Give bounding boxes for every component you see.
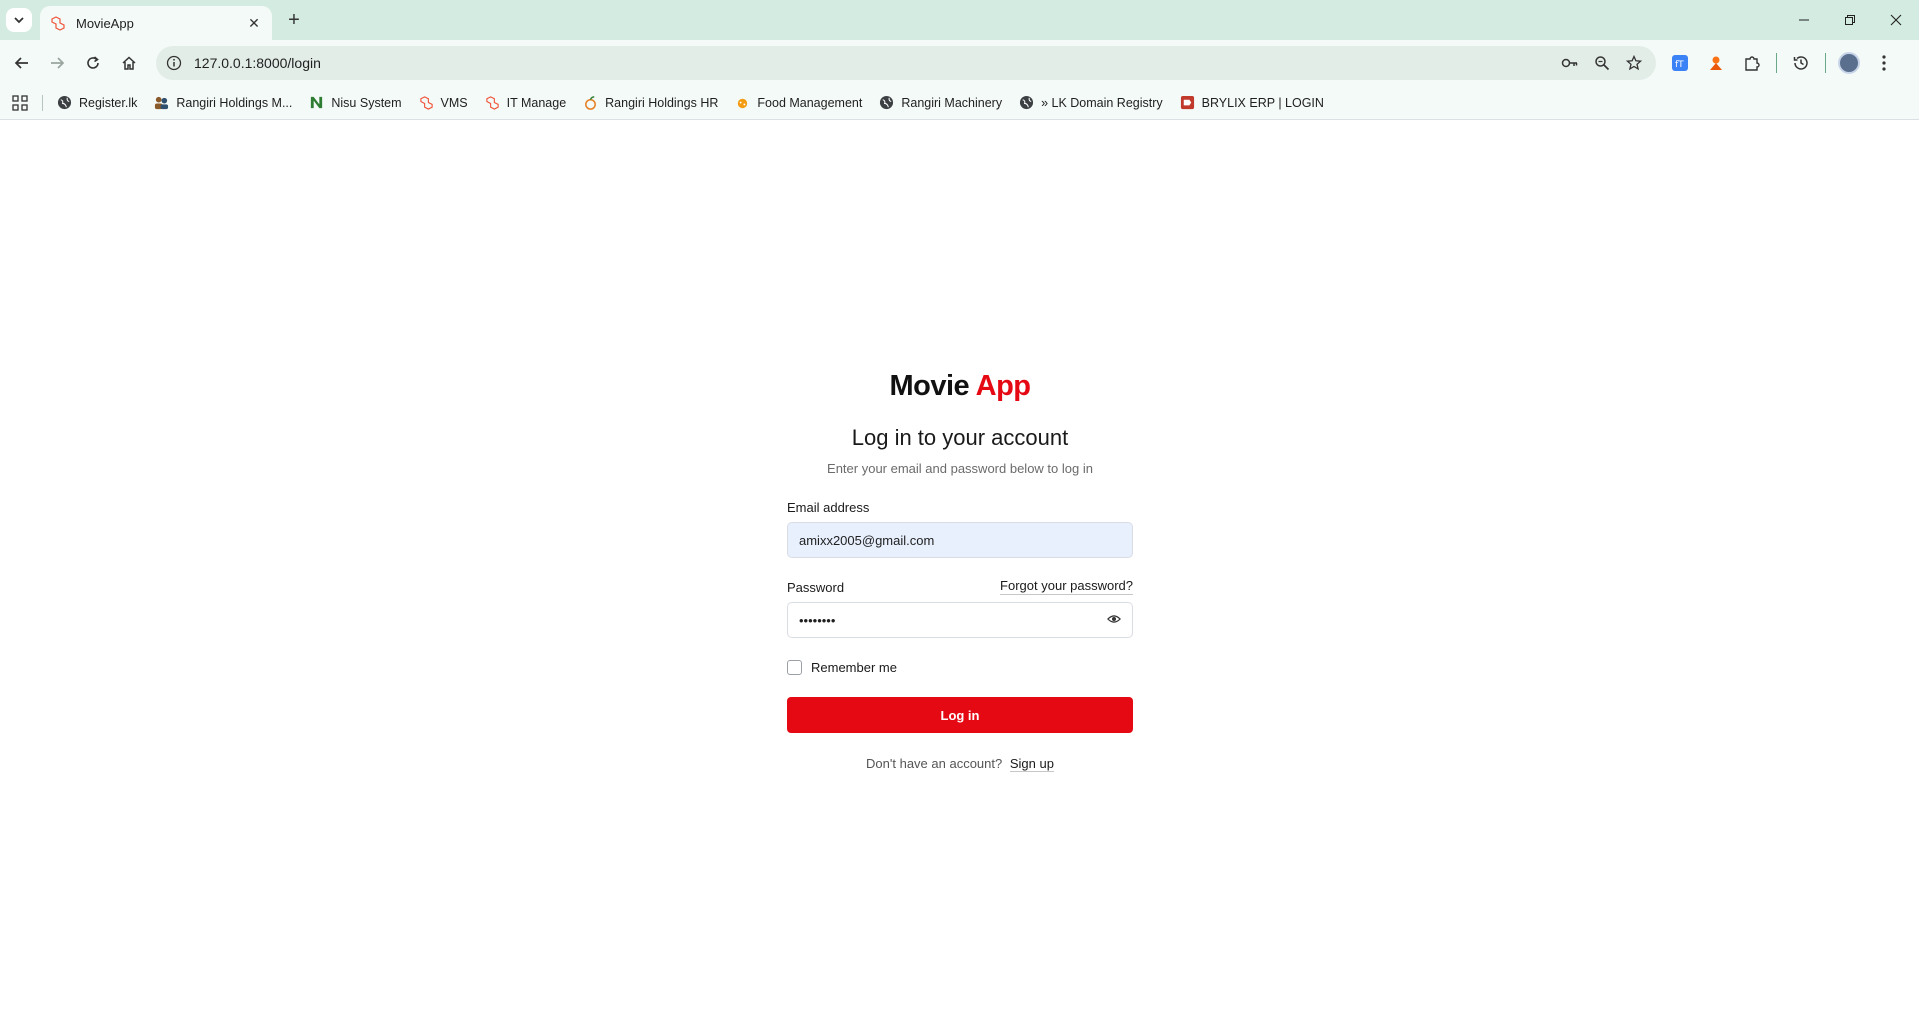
close-icon[interactable]: ✕ (246, 15, 262, 31)
signup-prompt: Don't have an account? (866, 756, 1003, 771)
reload-button[interactable] (81, 51, 105, 75)
remember-me-checkbox[interactable] (787, 660, 802, 675)
close-window-button[interactable] (1873, 0, 1919, 40)
food-icon (735, 95, 750, 110)
globe-icon (57, 95, 72, 110)
star-icon[interactable] (1622, 51, 1646, 75)
email-label: Email address (787, 500, 870, 515)
password-label: Password (787, 580, 845, 595)
signup-row: Don't have an account? Sign up (787, 756, 1133, 772)
info-icon[interactable] (166, 55, 182, 71)
bookmark-label: VMS (440, 95, 468, 110)
laravel-icon (485, 95, 500, 110)
browser-toolbar: 127.0.0.1:8000/login fT (0, 40, 1919, 86)
bookmark-label: Food Management (757, 95, 863, 110)
reload-icon (87, 56, 99, 69)
arrow-left-icon (14, 57, 28, 69)
brand-main: Movie (889, 370, 970, 402)
bookmark-food-management[interactable]: Food Management (735, 95, 862, 110)
extension-orange-icon[interactable] (1704, 51, 1728, 75)
remember-me-row: Remember me (787, 660, 1133, 675)
svg-text:fT: fT (1675, 60, 1684, 70)
globe-icon (879, 95, 894, 110)
people-icon (154, 95, 169, 110)
bookmark-label: Rangiri Holdings HR (605, 95, 719, 110)
arrow-right-icon (51, 57, 65, 69)
bookmark-vms[interactable]: VMS (419, 95, 468, 110)
url-text[interactable]: 127.0.0.1:8000/login (194, 55, 321, 71)
minimize-icon (1799, 19, 1809, 21)
forward-button[interactable] (45, 51, 69, 75)
active-tab[interactable]: MovieApp ✕ (40, 6, 272, 40)
close-icon (1890, 14, 1902, 26)
page-subtitle: Enter your email and password below to l… (827, 461, 1093, 476)
profile-avatar[interactable] (1838, 52, 1860, 74)
tab-strip: MovieApp ✕ + (0, 0, 1919, 40)
fruit-icon (583, 95, 598, 110)
menu-dots-icon[interactable] (1872, 51, 1896, 75)
key-icon[interactable] (1558, 51, 1582, 75)
signup-link[interactable]: Sign up (1009, 756, 1054, 772)
laravel-icon (51, 16, 65, 31)
laravel-icon (419, 95, 434, 110)
bookmark-rangiri-machinery[interactable]: Rangiri Machinery (879, 95, 1002, 110)
window-controls (1781, 0, 1919, 40)
bookmark-label: IT Manage (506, 95, 567, 110)
bookmark-label: Rangiri Holdings M... (176, 95, 293, 110)
bookmark-brylix-erp[interactable]: BRYLIX ERP | LOGIN (1180, 95, 1324, 110)
extensions-area: fT (1668, 51, 1896, 75)
page-title: Log in to your account (851, 425, 1069, 450)
home-icon (122, 56, 136, 70)
bookmarks-separator (42, 94, 43, 111)
puzzle-icon[interactable] (1740, 51, 1764, 75)
login-button[interactable]: Log in (787, 697, 1133, 733)
login-form: Movie App Log in to your account Enter y… (787, 370, 1133, 772)
zoom-icon[interactable] (1590, 51, 1614, 75)
toolbar-separator (1776, 53, 1777, 73)
page-content: Movie App Log in to your account Enter y… (0, 120, 1919, 1029)
new-tab-button[interactable]: + (284, 9, 304, 31)
remember-me-label[interactable]: Remember me (811, 660, 897, 675)
bookmark-register-lk[interactable]: Register.lk (57, 95, 137, 110)
app-logo: Movie App (787, 370, 1133, 403)
history-icon[interactable] (1789, 51, 1813, 75)
bookmark-label: Nisu System (331, 95, 402, 110)
password-field[interactable]: •••••••• (787, 602, 1133, 638)
tab-title: MovieApp (76, 15, 134, 31)
restore-button[interactable] (1827, 0, 1873, 40)
eye-icon[interactable] (1107, 612, 1121, 629)
apps-grid-icon[interactable] (10, 93, 30, 113)
restore-icon (1845, 15, 1855, 25)
password-value: •••••••• (799, 612, 836, 628)
bookmark-label: BRYLIX ERP | LOGIN (1201, 95, 1324, 110)
forgot-password-link[interactable]: Forgot your password? (1000, 578, 1133, 595)
bookmark-label: » LK Domain Registry (1041, 95, 1163, 110)
n-logo-icon (309, 95, 324, 110)
brylix-icon (1180, 95, 1195, 110)
bookmark-label: Register.lk (79, 95, 138, 110)
bookmark-rangiri-holdings-hr[interactable]: Rangiri Holdings HR (583, 95, 718, 110)
tab-search-button[interactable] (6, 8, 32, 32)
address-bar-actions (1558, 51, 1646, 75)
bookmark-lk-domain-registry[interactable]: » LK Domain Registry (1019, 95, 1163, 110)
bookmarks-bar: Register.lk Rangiri Holdings M... Nisu S… (0, 86, 1919, 120)
email-field[interactable]: amixx2005@gmail.com (787, 522, 1133, 558)
chevron-down-icon (14, 17, 24, 24)
bookmark-rangiri-holdings-m[interactable]: Rangiri Holdings M... (154, 95, 292, 110)
brand-accent: App (975, 370, 1031, 402)
password-label-row: Password Forgot your password? (787, 578, 1133, 595)
minimize-button[interactable] (1781, 0, 1827, 40)
email-value: amixx2005@gmail.com (799, 532, 935, 548)
address-bar[interactable]: 127.0.0.1:8000/login (156, 46, 1656, 80)
bookmark-label: Rangiri Machinery (901, 95, 1003, 110)
globe-icon (1019, 95, 1034, 110)
toolbar-separator (1825, 53, 1826, 73)
back-button[interactable] (10, 51, 34, 75)
bookmark-nisu-system[interactable]: Nisu System (309, 95, 402, 110)
translate-extension-icon[interactable]: fT (1668, 51, 1692, 75)
bookmark-it-manage[interactable]: IT Manage (485, 95, 567, 110)
home-button[interactable] (117, 51, 141, 75)
